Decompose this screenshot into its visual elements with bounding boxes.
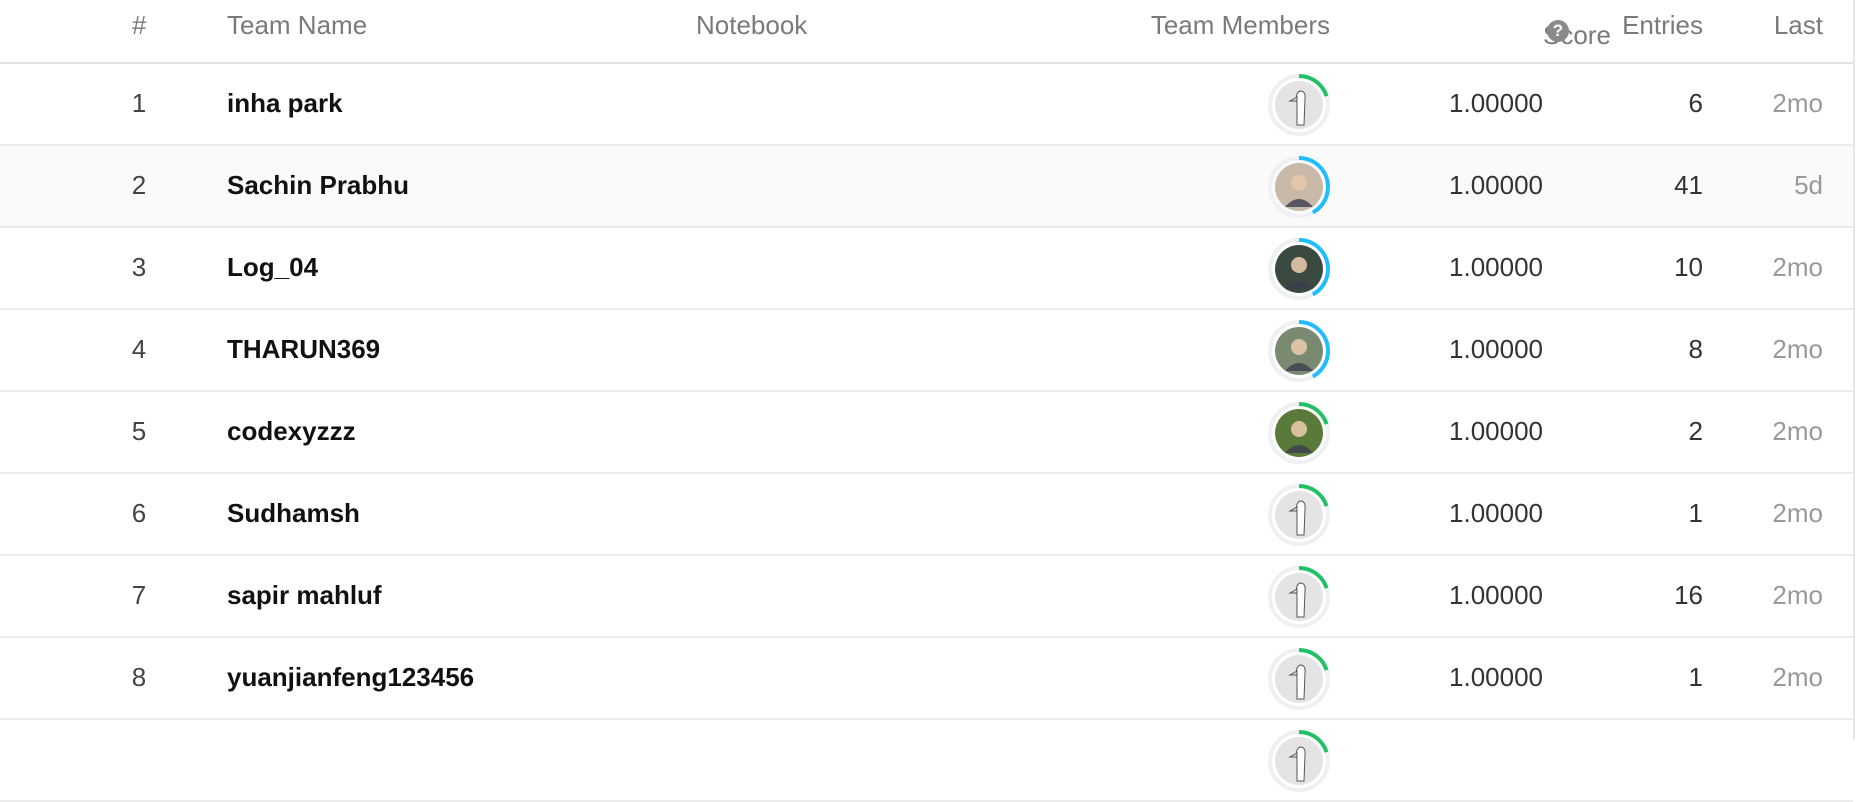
entries: 10 [1674, 252, 1703, 282]
last-submission: 2mo [1772, 334, 1823, 364]
team-member-avatar[interactable] [1267, 565, 1331, 629]
entries: 41 [1674, 170, 1703, 200]
rank: 5 [131, 416, 147, 446]
header-last[interactable]: Last [1774, 10, 1823, 41]
team-member-avatar[interactable] [1267, 155, 1331, 219]
last-submission: 2mo [1772, 416, 1823, 446]
rank: 6 [131, 498, 147, 528]
team-name-link[interactable]: Sachin Prabhu [227, 170, 409, 201]
entries: 16 [1674, 580, 1703, 610]
team-member-avatar[interactable] [1267, 647, 1331, 711]
team-member-avatar[interactable] [1267, 401, 1331, 465]
last-submission: 2mo [1772, 662, 1823, 692]
team-name-link[interactable]: sapir mahluf [227, 580, 382, 611]
last-submission: 2mo [1772, 498, 1823, 528]
score: 1.00000 [1449, 498, 1543, 528]
entries: 6 [1688, 88, 1703, 118]
rank: 8 [131, 662, 147, 692]
header-team-members: Team Members [1150, 10, 1330, 40]
team-name-link[interactable]: Log_04 [227, 252, 318, 283]
team-name-link[interactable]: inha park [227, 88, 343, 119]
leaderboard-header: # Team Name Notebook Team Members Score?… [0, 0, 1853, 64]
header-team-name[interactable]: Team Name [227, 10, 367, 41]
rank: 2 [131, 170, 147, 200]
team-name-link[interactable]: Sudhamsh [227, 498, 360, 529]
last-submission: 2mo [1772, 252, 1823, 282]
rank: 3 [131, 252, 147, 282]
table-row[interactable] [0, 720, 1853, 802]
table-row[interactable]: 8 yuanjianfeng123456 1.00000 1 2mo [0, 638, 1853, 720]
entries: 1 [1688, 498, 1703, 528]
team-name-link[interactable]: codexyzzz [227, 416, 356, 447]
team-member-avatar[interactable] [1267, 73, 1331, 137]
score: 1.00000 [1449, 334, 1543, 364]
entries: 8 [1688, 334, 1703, 364]
entries: 2 [1688, 416, 1703, 446]
table-row[interactable]: 3 Log_04 1.00000 10 2mo [0, 228, 1853, 310]
table-row[interactable]: 6 Sudhamsh 1.00000 1 2mo [0, 474, 1853, 556]
score: 1.00000 [1449, 416, 1543, 446]
team-member-avatar[interactable] [1267, 319, 1331, 383]
rank: 1 [131, 88, 147, 118]
table-row[interactable]: 2 Sachin Prabhu 1.00000 41 5d [0, 146, 1853, 228]
header-entries[interactable]: Entries [1622, 10, 1703, 41]
header-notebook: Notebook [696, 10, 808, 40]
score: 1.00000 [1449, 252, 1543, 282]
score: 1.00000 [1449, 580, 1543, 610]
team-member-avatar[interactable] [1267, 237, 1331, 301]
score: 1.00000 [1449, 88, 1543, 118]
team-member-avatar[interactable] [1267, 483, 1331, 547]
score: 1.00000 [1449, 170, 1543, 200]
rank: 7 [131, 580, 147, 610]
scrollbar-divider [1853, 0, 1855, 740]
rank: 4 [131, 334, 147, 364]
table-row[interactable]: 7 sapir mahluf 1.00000 16 2mo [0, 556, 1853, 638]
header-rank[interactable]: # [132, 10, 146, 41]
last-submission: 5d [1794, 170, 1823, 200]
team-name-link[interactable]: THARUN369 [227, 334, 380, 365]
table-row[interactable]: 1 inha park 1.00000 6 2mo [0, 64, 1853, 146]
last-submission: 2mo [1772, 580, 1823, 610]
entries: 1 [1688, 662, 1703, 692]
table-row[interactable]: 4 THARUN369 1.00000 8 2mo [0, 310, 1853, 392]
table-row[interactable]: 5 codexyzzz 1.00000 2 2mo [0, 392, 1853, 474]
team-member-avatar[interactable] [1267, 729, 1331, 793]
team-name-link[interactable]: yuanjianfeng123456 [227, 662, 474, 693]
last-submission: 2mo [1772, 88, 1823, 118]
score: 1.00000 [1449, 662, 1543, 692]
help-icon[interactable]: ? [1547, 20, 1569, 42]
